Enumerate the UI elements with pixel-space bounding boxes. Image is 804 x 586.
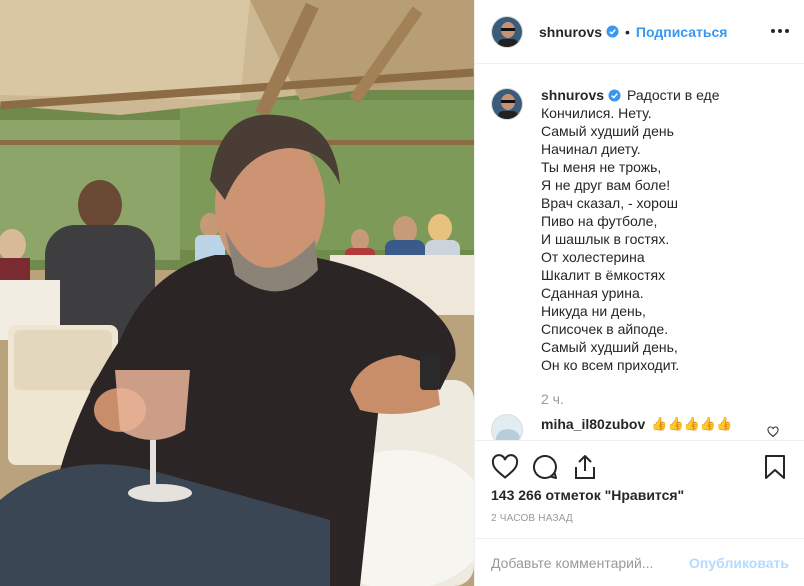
avatar[interactable] (491, 15, 523, 48)
verified-icon (608, 88, 621, 102)
caption-head: shnurovs Радости в еде (541, 86, 801, 104)
caption-line: Сданная урина. (541, 285, 644, 301)
avatar-image (492, 415, 522, 440)
caption-line: Пиво на футболе, (541, 213, 658, 229)
comment-like-icon[interactable] (767, 426, 779, 438)
post-details-panel: shnurovs • Подписаться shnurovs Радости … (474, 0, 804, 586)
add-comment-bar: Опубликовать (475, 538, 804, 586)
avatar-image (492, 16, 522, 47)
post-container: shnurovs • Подписаться shnurovs Радости … (0, 0, 804, 586)
caption-line: Ты меня не трожь, (541, 159, 662, 175)
photo-illustration (0, 0, 474, 586)
share-icon[interactable] (571, 453, 599, 481)
comment-icon[interactable] (531, 453, 559, 481)
post-photo[interactable] (0, 0, 474, 586)
more-icon[interactable] (769, 20, 791, 42)
avatar[interactable] (491, 414, 523, 440)
comments-section[interactable]: shnurovs Радости в еде Кончилися. Нету. … (475, 64, 804, 440)
caption-line: И шашлык в гостях. (541, 231, 670, 247)
caption-line: Врач сказал, - хорош (541, 195, 678, 211)
comment-username[interactable]: miha_il80zubov (541, 414, 645, 434)
caption-line: Кончилися. Нету. (541, 105, 652, 121)
caption-line: Начинал диету. (541, 141, 641, 157)
caption-body: shnurovs Радости в еде Кончилися. Нету. … (541, 86, 801, 408)
comment-input[interactable] (491, 554, 690, 571)
caption-line: Шкалит в ёмкостях (541, 267, 666, 283)
username-link[interactable]: shnurovs (539, 24, 602, 40)
post-header: shnurovs • Подписаться (475, 0, 804, 64)
caption: shnurovs Радости в еде Кончилися. Нету. … (491, 86, 801, 408)
caption-line: Я не друг вам боле! (541, 177, 671, 193)
caption-username[interactable]: shnurovs (541, 86, 604, 104)
likes-count[interactable]: 143 266 отметок "Нравится" (491, 487, 684, 503)
caption-line: Никуда ни день, (541, 303, 646, 319)
caption-first-line: Радости в еде (627, 87, 720, 103)
bookmark-icon[interactable] (761, 453, 789, 481)
caption-line: Списочек в айподе. (541, 321, 669, 337)
comment-item: miha_il80zubov 👍👍👍👍👍 (491, 414, 732, 440)
comment-text: 👍👍👍👍👍 (651, 416, 733, 431)
caption-line: Самый худший день, (541, 339, 678, 355)
post-date: 2 ЧАСОВ НАЗАД (491, 513, 573, 524)
heart-icon[interactable] (491, 453, 519, 481)
avatar-image (492, 89, 522, 119)
separator-dot: • (625, 23, 630, 40)
action-bar (475, 440, 804, 490)
caption-line: Он ко всем приходит. (541, 357, 680, 373)
verified-icon (606, 25, 619, 38)
publish-button[interactable]: Опубликовать (689, 555, 789, 571)
caption-line: Самый худший день (541, 123, 674, 139)
avatar[interactable] (491, 88, 523, 120)
caption-line: От холестерина (541, 249, 645, 265)
caption-time[interactable]: 2 ч. (541, 390, 801, 408)
follow-button[interactable]: Подписаться (636, 24, 728, 40)
